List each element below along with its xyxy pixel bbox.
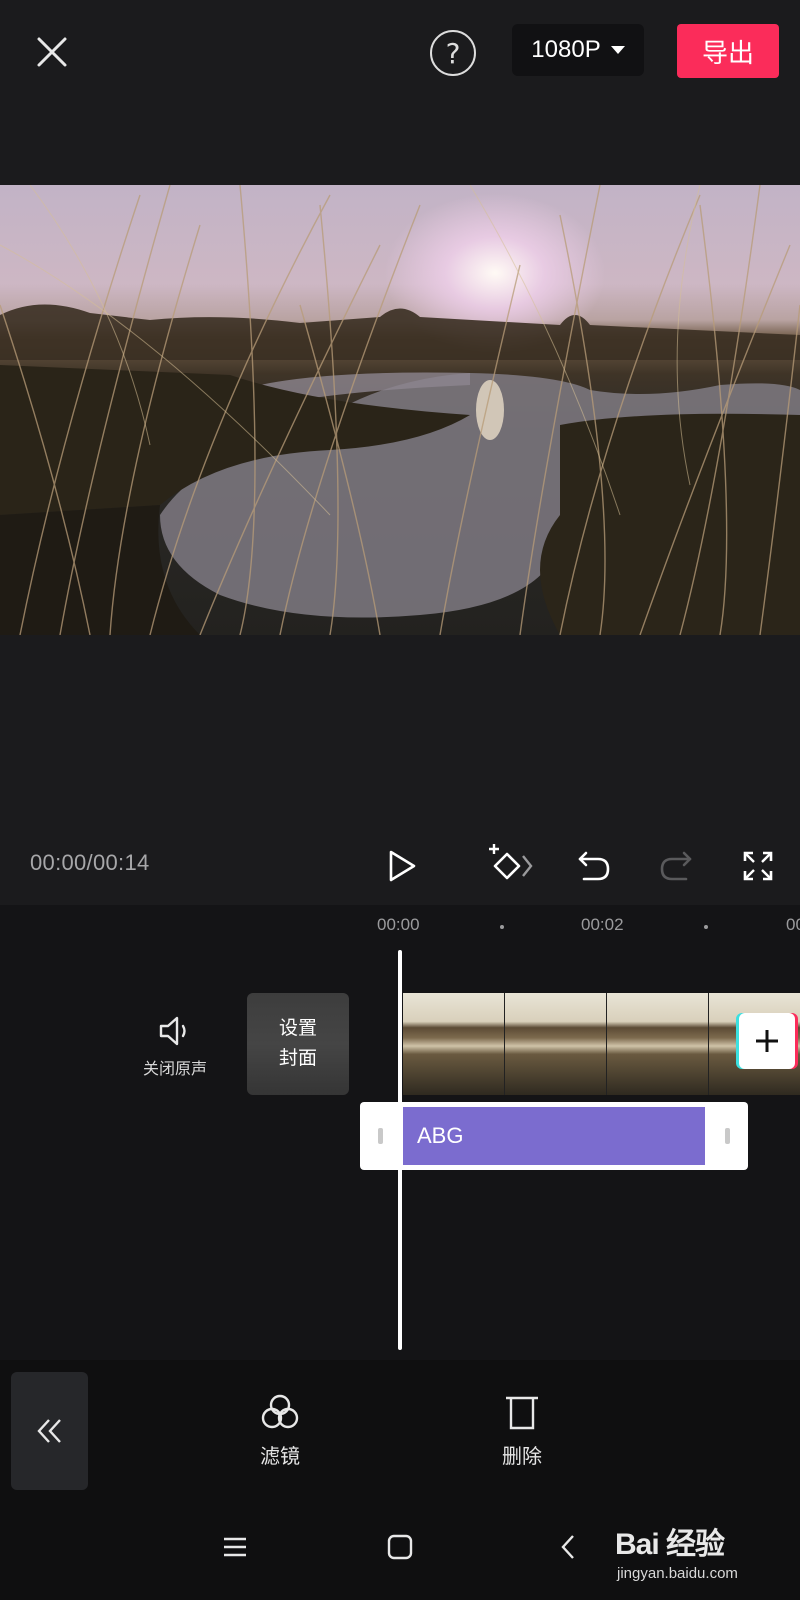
trim-handle-right[interactable] xyxy=(725,1128,730,1144)
resolution-value: 1080P xyxy=(531,36,601,63)
playhead[interactable] xyxy=(398,950,402,1350)
undo-icon xyxy=(578,851,610,881)
menu-icon xyxy=(224,1537,246,1557)
back-button[interactable] xyxy=(546,1525,590,1569)
redo-icon xyxy=(660,851,692,881)
bottom-toolbar: 滤镜 删除 xyxy=(0,1360,800,1495)
caret-down-icon xyxy=(610,46,625,54)
back-to-main-tools-button[interactable] xyxy=(11,1372,88,1490)
ruler-label: 00:00 xyxy=(377,915,420,934)
help-button[interactable]: ? xyxy=(430,30,476,76)
keyframe-button[interactable] xyxy=(485,844,537,888)
ruler-label: 00:02 xyxy=(581,915,624,934)
keyframe-icon xyxy=(489,844,533,880)
delete-label: 删除 xyxy=(502,1446,542,1468)
filter-icon xyxy=(261,1394,299,1429)
add-clip-button[interactable] xyxy=(739,1013,795,1069)
playback-bar: 00:00/00:14 xyxy=(0,820,800,910)
cover-label: 设置 封面 xyxy=(279,1014,317,1074)
baidu-jingyan-watermark: Bai 经验 jingyan.baidu.com xyxy=(615,1515,795,1595)
delete-icon xyxy=(506,1396,538,1430)
play-button[interactable] xyxy=(380,844,424,888)
menu-button[interactable] xyxy=(213,1525,257,1569)
plus-icon xyxy=(756,1030,778,1052)
delete-tool[interactable]: 删除 xyxy=(477,1392,567,1469)
redo-button[interactable] xyxy=(654,844,698,888)
cover-label-line2: 封面 xyxy=(278,1048,317,1069)
filter-tool[interactable]: 滤镜 xyxy=(235,1392,325,1469)
back-icon xyxy=(561,1535,574,1559)
filter-label: 滤镜 xyxy=(260,1446,300,1468)
set-cover-button[interactable]: 设置 封面 xyxy=(247,993,349,1095)
clip-thumbnail xyxy=(505,993,607,1095)
top-bar: ? 1080P 导出 xyxy=(0,0,800,105)
system-nav-bar: Bai 经验 jingyan.baidu.com xyxy=(0,1495,800,1600)
cover-label-line1: 设置 xyxy=(278,1018,317,1039)
video-preview[interactable] xyxy=(0,185,800,635)
ruler-dot xyxy=(704,925,708,929)
home-button[interactable] xyxy=(378,1525,422,1569)
clip-thumbnail xyxy=(403,993,505,1095)
fullscreen-button[interactable] xyxy=(736,844,780,888)
mute-original-audio-button[interactable]: 关闭原声 xyxy=(130,1015,220,1085)
trim-handle-left[interactable] xyxy=(378,1128,383,1144)
play-icon xyxy=(389,850,416,882)
fullscreen-icon xyxy=(743,851,773,881)
video-editor-screen: ? 1080P 导出 00:00/00:14 00:00 00:02 0 关闭原… xyxy=(0,0,800,1600)
home-icon xyxy=(387,1534,413,1560)
preview-scene xyxy=(0,185,800,635)
text-track-selected[interactable]: ABG xyxy=(360,1102,748,1170)
text-clip[interactable]: ABG xyxy=(403,1107,705,1165)
time-readout: 00:00/00:14 xyxy=(30,850,150,875)
ruler-dot xyxy=(500,925,504,929)
watermark-logo: Bai 经验 xyxy=(615,1528,725,1561)
close-icon xyxy=(37,37,67,67)
export-button[interactable]: 导出 xyxy=(677,24,779,78)
double-chevron-left-icon xyxy=(36,1419,61,1443)
timeline[interactable]: 00:00 00:02 00 关闭原声 设置 封面 xyxy=(0,905,800,1360)
ruler-label: 00 xyxy=(786,915,800,934)
speaker-icon xyxy=(159,1016,186,1046)
clip-thumbnail xyxy=(607,993,709,1095)
resolution-dropdown[interactable]: 1080P xyxy=(512,24,644,76)
close-button[interactable] xyxy=(30,30,74,74)
undo-button[interactable] xyxy=(572,844,616,888)
mute-label: 关闭原声 xyxy=(142,1061,207,1078)
help-icon: ? xyxy=(445,36,461,70)
watermark-url: jingyan.baidu.com xyxy=(617,1565,738,1582)
